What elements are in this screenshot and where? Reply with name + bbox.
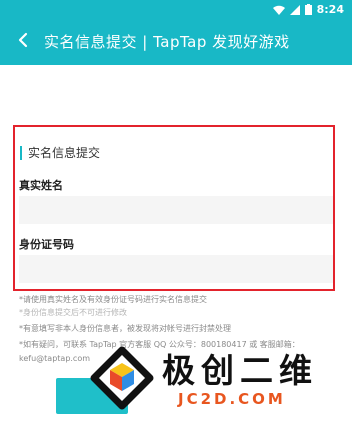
name-label: 真实姓名 bbox=[19, 179, 63, 192]
id-number-input[interactable] bbox=[19, 255, 333, 283]
note-real-name: *请使用真实姓名及有效身份证号码进行实名信息提交 bbox=[19, 295, 207, 304]
page-title: 实名信息提交 | TapTap 发现好游戏 bbox=[44, 33, 290, 51]
section-title: 实名信息提交 bbox=[28, 146, 101, 160]
name-input[interactable] bbox=[19, 196, 333, 224]
watermark-brand: 极创二维 bbox=[162, 351, 318, 390]
back-arrow-icon bbox=[17, 32, 29, 52]
watermark-logo-icon bbox=[90, 346, 154, 410]
toolbar: 实名信息提交 | TapTap 发现好游戏 bbox=[0, 18, 352, 65]
id-number-label: 身份证号码 bbox=[19, 238, 74, 251]
accent-bar bbox=[20, 145, 22, 160]
section-header: 实名信息提交 bbox=[20, 144, 100, 161]
status-time: 8:24 bbox=[316, 2, 344, 16]
wifi-icon bbox=[272, 0, 285, 19]
note-ban-warning: *有意填写非本人身份信息者，被发现将对帐号进行封禁处理 bbox=[19, 324, 231, 333]
signal-icon bbox=[289, 0, 300, 19]
support-email: kefu@taptap.com bbox=[19, 354, 91, 363]
status-icons: 8:24 bbox=[272, 0, 344, 19]
note-no-modify: *身份信息提交后不可进行修改 bbox=[19, 308, 127, 317]
status-bar: 8:24 bbox=[0, 0, 352, 18]
watermark-domain: JC2D.COM bbox=[178, 390, 286, 408]
watermark: 极创二维 JC2D.COM bbox=[90, 338, 350, 418]
battery-icon bbox=[304, 0, 312, 19]
back-button[interactable] bbox=[8, 27, 38, 57]
